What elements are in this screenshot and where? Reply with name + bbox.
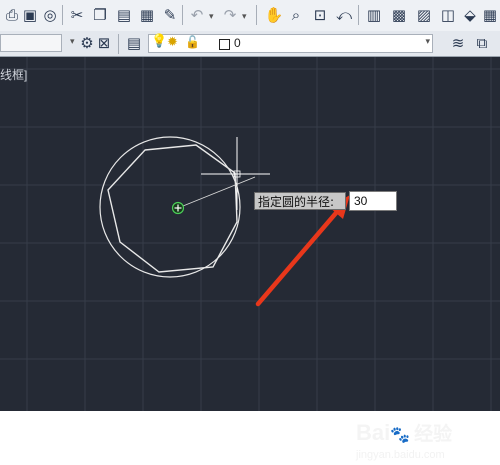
radius-rubberband-line	[177, 176, 256, 209]
toolbar-separator	[358, 5, 359, 25]
baidu-watermark: Bai🐾 经验 jingyan.baidu.com	[356, 419, 496, 465]
center-marker-icon	[171, 201, 185, 215]
layer-name: 0	[234, 36, 241, 50]
toolbar-separator	[62, 5, 63, 25]
redo-dropdown-icon[interactable]: ▾	[242, 12, 247, 22]
standard-toolbar: ⎙ ▣ ◎ ✂ ❐ ▤ ▦ ✎ ↶ ▾ ↷ ▾ ✋ ⌕ ⊡ ⤺ ▥ ▩ ▨ ◫ …	[0, 0, 500, 32]
toolbar-separator	[256, 5, 257, 25]
copy-icon[interactable]: ❐	[90, 5, 110, 25]
layer-states-icon[interactable]: ⧉	[472, 33, 492, 53]
baidu-logo: Bai🐾 经验	[356, 419, 452, 446]
workspace-dropdown[interactable]	[0, 34, 62, 52]
jingyan-text: 经验	[414, 424, 453, 445]
toolbar-separator	[118, 34, 119, 54]
cut-icon[interactable]: ✂	[67, 5, 87, 25]
zoom-realtime-icon[interactable]: ⌕	[286, 5, 306, 25]
layer-previous-icon[interactable]: ≋	[448, 33, 468, 53]
drawing-svg	[0, 57, 500, 411]
zoom-previous-icon[interactable]: ⤺	[334, 5, 354, 25]
design-center-icon[interactable]: ▩	[389, 5, 409, 25]
pan-icon[interactable]: ✋	[264, 5, 284, 25]
unlock-icon[interactable]: 🔓	[185, 35, 200, 49]
match-properties-icon[interactable]: ▦	[137, 5, 157, 25]
print-icon[interactable]: ⎙	[2, 5, 22, 25]
quickcalc-icon[interactable]: ▦	[480, 5, 500, 25]
redo-icon[interactable]: ↷	[220, 5, 240, 25]
toolbar-separator	[182, 5, 183, 25]
chevron-down-icon[interactable]: ▾	[425, 37, 430, 47]
baidu-logo-text: Bai	[356, 420, 391, 445]
radius-input[interactable]: 30	[349, 191, 397, 211]
publish-icon[interactable]: ◎	[40, 5, 60, 25]
grid	[0, 57, 500, 411]
plot-preview-icon[interactable]: ▣	[20, 5, 40, 25]
layers-toolbar: ▾ ⚙ ⊠ ▤ 💡 ✹ 🔓 0 ▾ ≋ ⧉	[0, 31, 500, 57]
chevron-down-icon[interactable]: ▾	[70, 37, 75, 47]
paw-icon: 🐾	[390, 427, 411, 444]
layer-manager-icon[interactable]: ▤	[124, 33, 144, 53]
paste-icon[interactable]: ▤	[114, 5, 134, 25]
dynamic-input-prompt: 指定圆的半径:	[254, 192, 346, 210]
viewport-label[interactable]: 线框]	[0, 66, 27, 83]
zoom-window-icon[interactable]: ⊡	[310, 5, 330, 25]
markup-icon[interactable]: ⬙	[460, 5, 480, 25]
drawing-canvas[interactable]: 线框] 指定圆的半径: 30 Bai🐾 经验 jingyan.baidu.com	[0, 57, 500, 461]
layer-color-icon	[219, 39, 230, 50]
lock-icon[interactable]: ⊠	[94, 33, 114, 53]
watermark-url: jingyan.baidu.com	[356, 449, 445, 461]
lightbulb-icon[interactable]: 💡	[151, 34, 167, 49]
tool-palettes-icon[interactable]: ▨	[414, 5, 434, 25]
red-arrow-icon	[255, 195, 350, 307]
undo-dropdown-icon[interactable]: ▾	[209, 12, 214, 22]
sun-icon[interactable]: ✹	[167, 35, 178, 50]
properties-icon[interactable]: ▥	[364, 5, 384, 25]
undo-icon[interactable]: ↶	[187, 5, 207, 25]
layer-dropdown[interactable]: 💡 ✹ 🔓 0 ▾	[148, 34, 433, 53]
sheet-set-icon[interactable]: ◫	[438, 5, 458, 25]
block-editor-icon[interactable]: ✎	[160, 5, 180, 25]
